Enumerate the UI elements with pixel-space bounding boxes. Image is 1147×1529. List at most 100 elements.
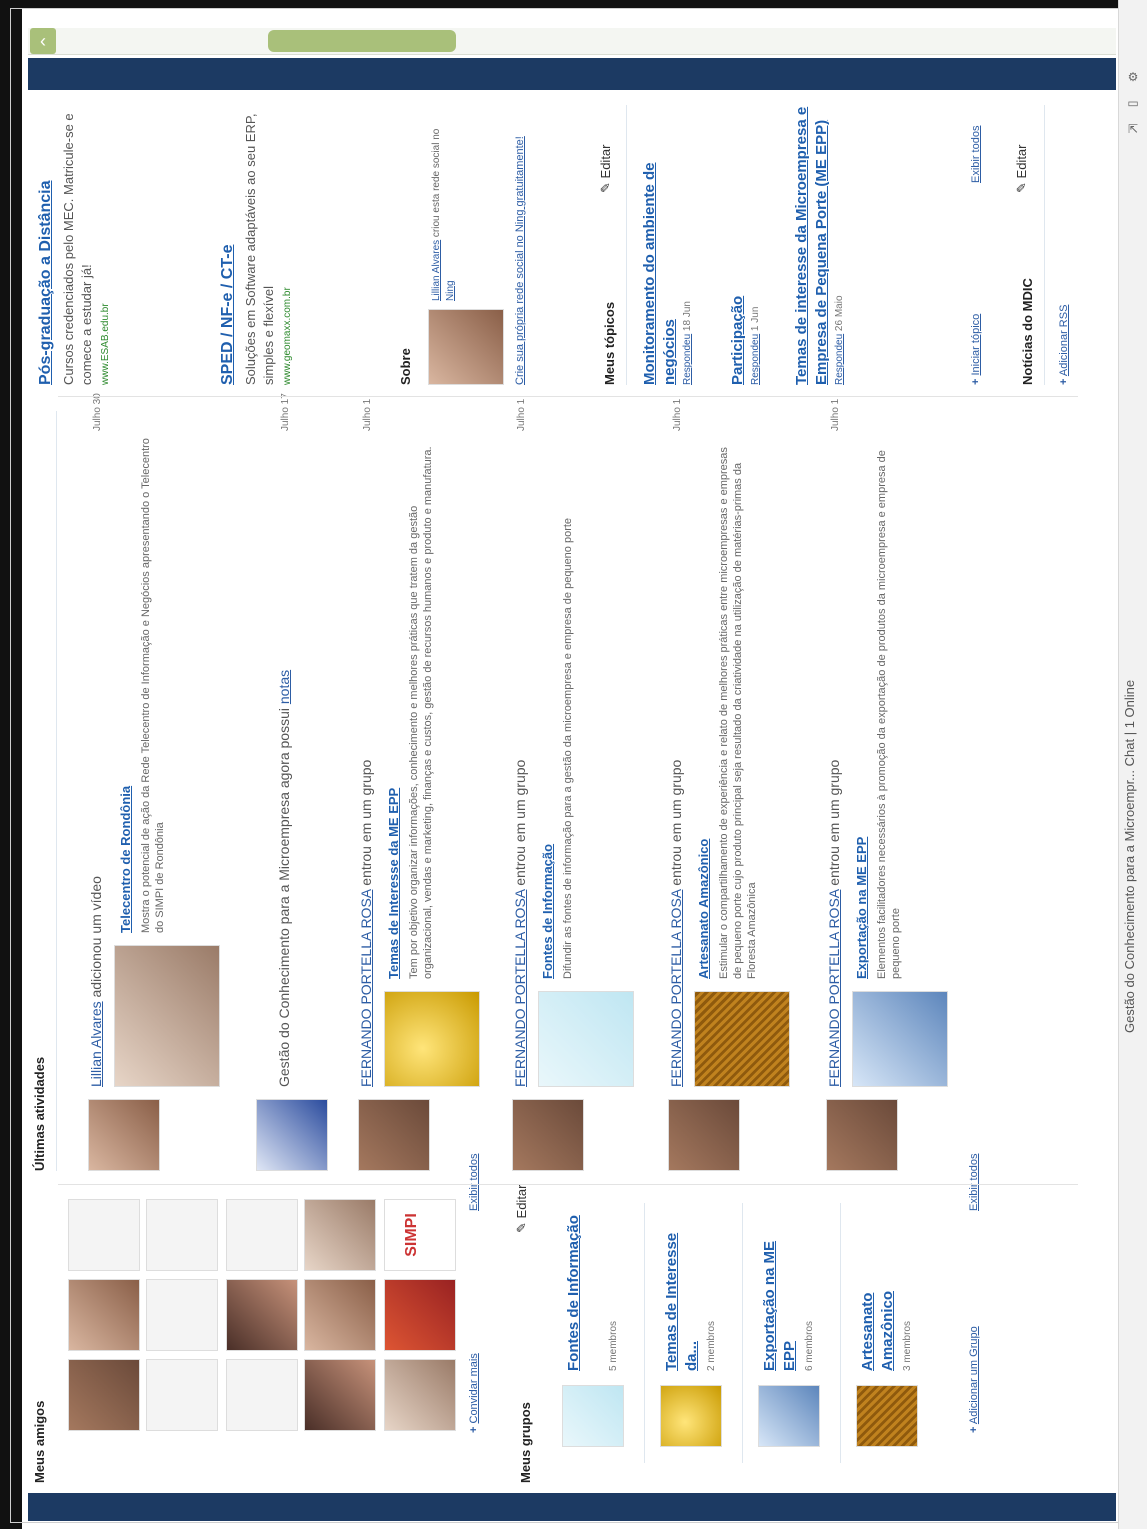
friend-avatar[interactable] bbox=[304, 1279, 376, 1351]
add-rss-link[interactable]: + Adicionar RSS bbox=[1058, 305, 1070, 385]
friends-view-all-link[interactable]: Exibir todos bbox=[468, 1154, 480, 1211]
plus-icon: + bbox=[468, 1426, 480, 1433]
pencil-icon: ✎ bbox=[1014, 182, 1029, 193]
group-thumbnail[interactable] bbox=[852, 991, 948, 1087]
news-edit-button[interactable]: ✎ Editar bbox=[1014, 145, 1030, 194]
plus-icon: + bbox=[968, 1426, 980, 1433]
group-name[interactable]: Temas de Interesse da... bbox=[662, 1211, 702, 1371]
start-topic-link[interactable]: + Iniciar tópico bbox=[970, 314, 982, 385]
activity-avatar[interactable] bbox=[668, 1099, 740, 1171]
activity-avatar[interactable] bbox=[88, 1099, 160, 1171]
group-name[interactable]: Fontes de Informação bbox=[564, 1211, 584, 1371]
group-thumbnail[interactable] bbox=[562, 1385, 624, 1447]
group-members: 3 membros bbox=[902, 1320, 913, 1371]
topics-section-title: Meus tópicos bbox=[602, 301, 617, 385]
status-icon[interactable]: ⚙ bbox=[1123, 70, 1143, 84]
friend-avatar-placeholder[interactable] bbox=[226, 1359, 298, 1431]
friend-avatar[interactable] bbox=[68, 1359, 140, 1431]
topics-divider bbox=[626, 105, 627, 385]
news-divider bbox=[1044, 105, 1045, 385]
activity-avatar[interactable] bbox=[826, 1099, 898, 1171]
activity-body: Temas de Interesse da ME EPP Tem por obj… bbox=[386, 446, 434, 979]
topic-item: Temas de interesse da Microempresa e Emp… bbox=[793, 106, 845, 385]
activity-date: Julho 1 bbox=[830, 398, 841, 431]
friend-avatar-placeholder[interactable] bbox=[146, 1359, 218, 1431]
friend-avatar[interactable] bbox=[226, 1279, 298, 1351]
group-thumbnail[interactable] bbox=[694, 991, 790, 1087]
plus-icon: + bbox=[1058, 378, 1070, 385]
monitor-icon bbox=[256, 1099, 328, 1171]
group-members: 2 membros bbox=[706, 1320, 717, 1371]
activity-headline: FERNANDO PORTELLA ROSA entrou em um grup… bbox=[826, 759, 842, 1087]
scroll-thumb[interactable] bbox=[268, 30, 456, 52]
activity-avatar[interactable] bbox=[512, 1099, 584, 1171]
about-section-title: Sobre bbox=[398, 348, 413, 385]
group-thumbnail[interactable] bbox=[660, 1385, 722, 1447]
friend-avatar-placeholder[interactable] bbox=[146, 1199, 218, 1271]
topics-view-all-link[interactable]: Exibir todos bbox=[970, 126, 982, 183]
window: ‹ › ⚙ ▭ ⇱ Gestão do Conhecimento para a … bbox=[0, 0, 1147, 1529]
topic-item: Participação Respondeu 1 Jun bbox=[729, 295, 761, 385]
friend-avatar[interactable] bbox=[68, 1279, 140, 1351]
friend-avatar-placeholder[interactable] bbox=[68, 1199, 140, 1271]
friend-avatar[interactable] bbox=[384, 1359, 456, 1431]
ad-block: Pós-graduação a Distância Cursos credenc… bbox=[37, 113, 111, 385]
friend-avatar[interactable] bbox=[304, 1199, 376, 1271]
plus-icon: + bbox=[970, 378, 982, 385]
activity-body: Exportação na ME EPP Elementos facilitad… bbox=[854, 450, 902, 979]
group-name[interactable]: Exportação na ME EPP bbox=[760, 1211, 800, 1371]
activity-date: Julho 1 bbox=[362, 398, 373, 431]
chevron-left-icon: ‹ bbox=[40, 31, 46, 51]
group-thumbnail[interactable] bbox=[384, 991, 480, 1087]
friend-avatar[interactable] bbox=[304, 1359, 376, 1431]
group-members: 5 membros bbox=[608, 1320, 619, 1371]
activity-section-title: Últimas atividades bbox=[32, 1056, 47, 1171]
activity-body: Artesanato Amazônico Estimular o compart… bbox=[696, 447, 758, 979]
pencil-icon: ✎ bbox=[598, 182, 613, 193]
scroll-left-button[interactable]: ‹ bbox=[30, 28, 56, 54]
groups-section-title: Meus grupos bbox=[518, 1402, 533, 1483]
friends-section-title: Meus amigos bbox=[32, 1400, 47, 1483]
groups-edit-button[interactable]: ✎ Editar bbox=[514, 1185, 530, 1234]
horizontal-scrollbar[interactable] bbox=[28, 28, 1116, 55]
add-group-link[interactable]: + Adicionar um Grupo bbox=[968, 1326, 980, 1433]
activity-body: Fontes de Informação Difundir as fontes … bbox=[540, 517, 574, 979]
activity-headline: FERNANDO PORTELLA ROSA entrou em um grup… bbox=[512, 759, 528, 1087]
create-network-link[interactable]: Crie sua própria rede social no Ning gra… bbox=[514, 105, 526, 385]
friend-avatar-placeholder[interactable] bbox=[226, 1199, 298, 1271]
status-bar-text: Gestão do Conhecimento para a Microempr.… bbox=[1122, 679, 1137, 1033]
about-text: Lillian Alvares criou esta rede social n… bbox=[431, 128, 456, 301]
activity-date: Julho 30 bbox=[92, 393, 103, 431]
group-thumbnail[interactable] bbox=[758, 1385, 820, 1447]
simpi-logo[interactable]: SIMPI bbox=[384, 1199, 456, 1271]
header-bar bbox=[28, 58, 1116, 90]
activity-headline: FERNANDO PORTELLA ROSA entrou em um grup… bbox=[668, 759, 684, 1087]
group-divider bbox=[742, 1203, 743, 1463]
activity-headline: FERNANDO PORTELLA ROSA entrou em um grup… bbox=[358, 759, 374, 1087]
activity-divider bbox=[56, 411, 57, 1171]
activity-date: Julho 17 bbox=[280, 393, 291, 431]
video-thumbnail[interactable] bbox=[114, 945, 220, 1087]
news-section-title: Notícias do MDIC bbox=[1020, 278, 1035, 385]
group-divider bbox=[644, 1203, 645, 1463]
network-owner-avatar[interactable] bbox=[428, 309, 504, 385]
friend-avatar[interactable] bbox=[384, 1279, 456, 1351]
activity-date: Julho 1 bbox=[516, 398, 527, 431]
column-divider bbox=[58, 396, 1078, 397]
activity-headline: Gestão do Conhecimento para a Microempre… bbox=[276, 669, 292, 1087]
group-thumbnail[interactable] bbox=[856, 1385, 918, 1447]
invite-more-link[interactable]: + Convidar mais bbox=[468, 1353, 480, 1433]
group-name[interactable]: Artesanato Amazônico bbox=[858, 1211, 898, 1371]
footer-bar bbox=[28, 1493, 1116, 1521]
group-members: 6 membros bbox=[804, 1320, 815, 1371]
top-edge bbox=[0, 0, 1147, 8]
friend-avatar-placeholder[interactable] bbox=[146, 1279, 218, 1351]
group-thumbnail[interactable] bbox=[538, 991, 634, 1087]
groups-view-all-link[interactable]: Exibir todos bbox=[968, 1154, 980, 1211]
column-divider bbox=[58, 1184, 1078, 1185]
ad-block: SPED / NF-e / CT-e Soluções em Software … bbox=[219, 113, 293, 385]
topic-item: Monitoramento do ambiente de negócios Re… bbox=[641, 162, 693, 385]
activity-body: Telecentro de Rondônia Mostra o potencia… bbox=[118, 438, 166, 933]
activity-avatar[interactable] bbox=[358, 1099, 430, 1171]
topics-edit-button[interactable]: ✎ Editar bbox=[598, 145, 614, 194]
